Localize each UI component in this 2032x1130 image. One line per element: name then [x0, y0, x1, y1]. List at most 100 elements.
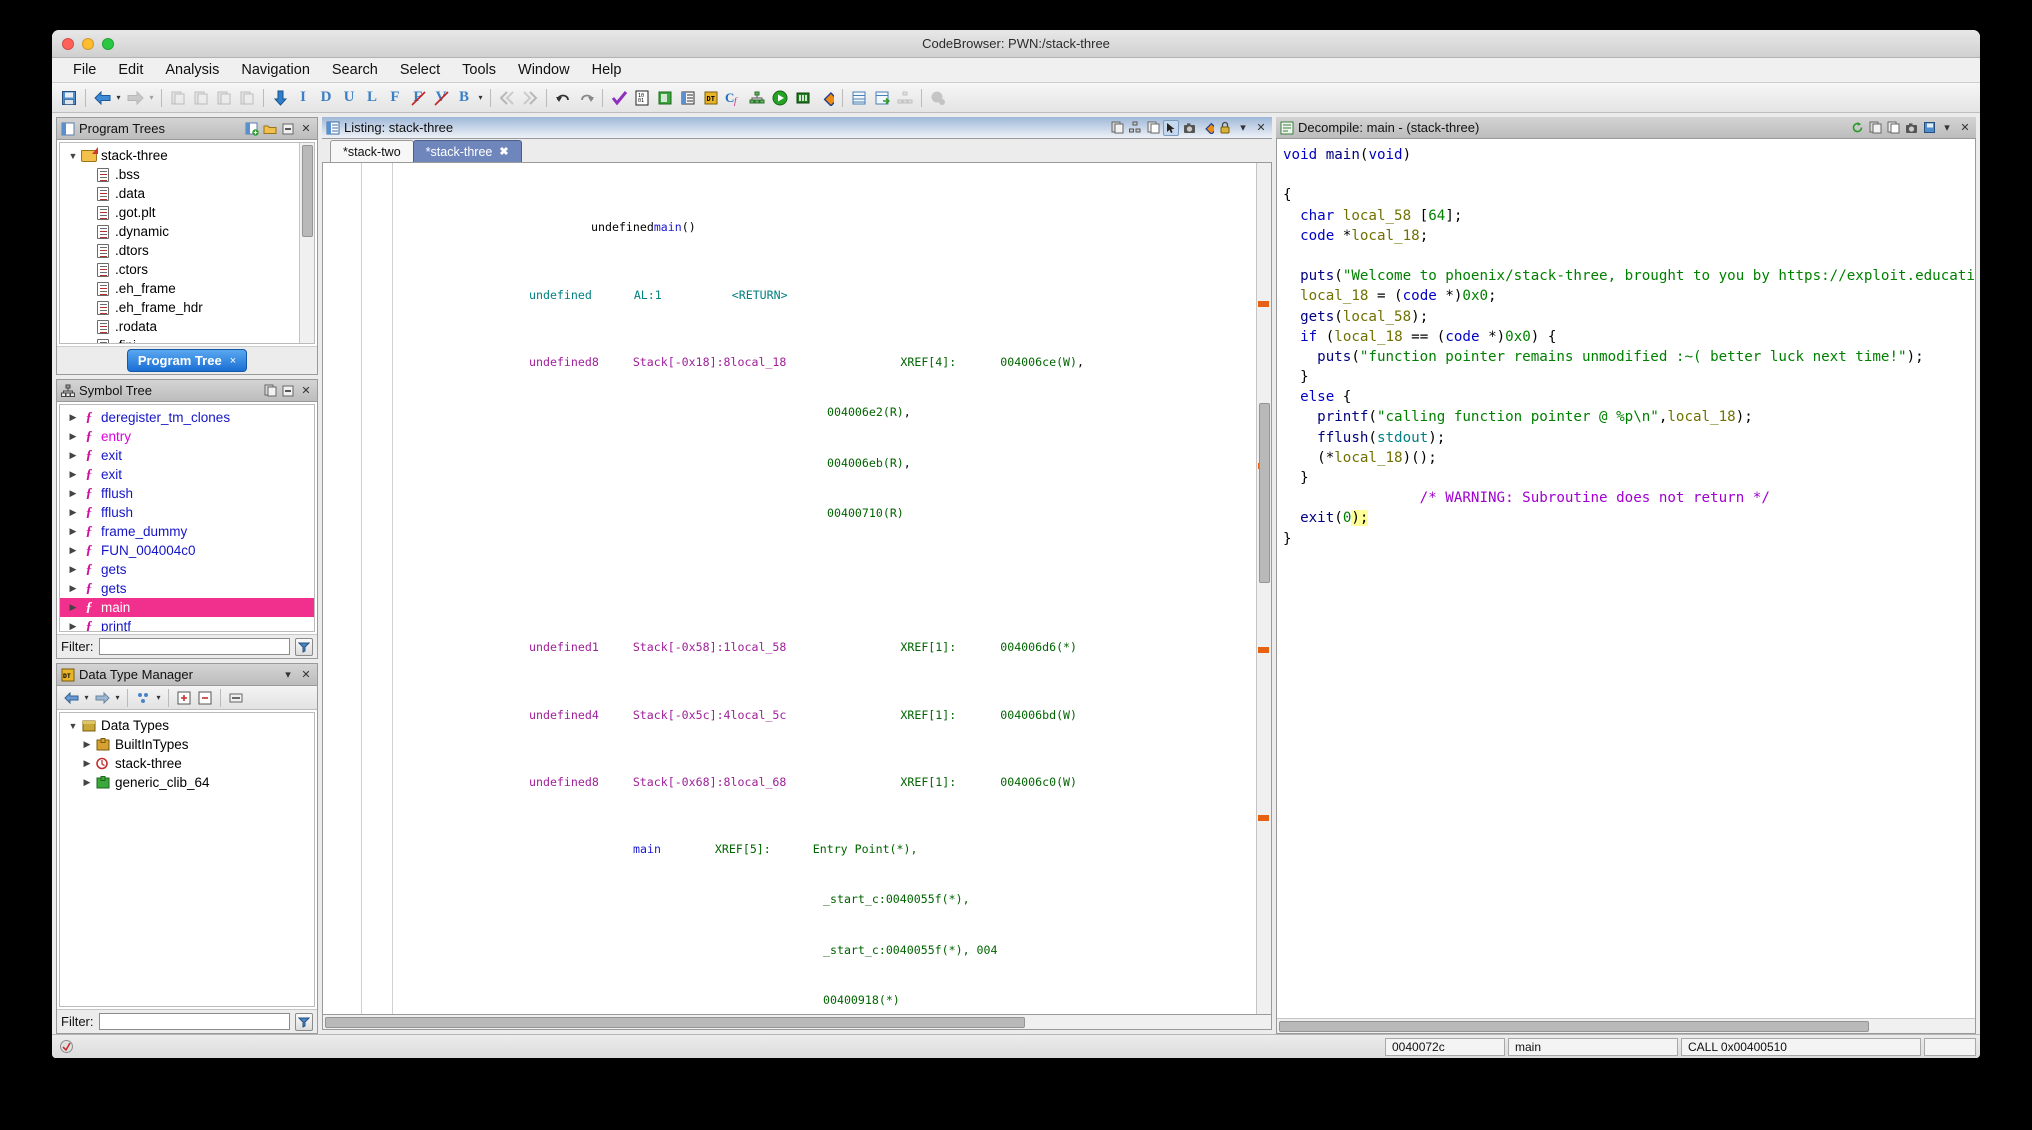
data-type-manager-filter-input[interactable]	[98, 1013, 290, 1030]
chevron-right-icon[interactable]: ▶	[66, 526, 80, 537]
forward-caret-icon[interactable]: ▾	[113, 693, 122, 702]
tree-node-ehframe[interactable]: .eh_frame	[60, 279, 314, 298]
xref-ref[interactable]: 00400710(R)	[393, 506, 904, 520]
program-trees-scrollbar[interactable]	[299, 143, 314, 343]
snapshot-icon[interactable]	[1867, 120, 1883, 136]
close-icon[interactable]: ✖	[499, 145, 508, 158]
filter-options-icon[interactable]	[295, 1012, 313, 1031]
snapshot-icon[interactable]	[1109, 120, 1125, 136]
symbol-row[interactable]: ▶ ƒ exit	[60, 465, 314, 484]
symbol-row[interactable]: ▶ ƒ gets	[60, 579, 314, 598]
filter-caret-icon[interactable]: ▾	[154, 693, 163, 702]
table-icon[interactable]	[848, 87, 870, 109]
collapse-icon[interactable]	[280, 383, 296, 399]
tree-node-dtors[interactable]: .dtors	[60, 241, 314, 260]
decompile-line[interactable]: {	[1283, 185, 1975, 205]
chevron-right-icon[interactable]: ▶	[66, 583, 80, 594]
decompile-line[interactable]: char local_58 [64];	[1283, 206, 1975, 226]
copy-icon[interactable]	[1885, 120, 1901, 136]
filter-icon[interactable]	[133, 688, 153, 708]
function-label[interactable]: main	[393, 842, 661, 856]
tree-node-ctors[interactable]: .ctors	[60, 260, 314, 279]
listing-marker[interactable]	[1258, 647, 1269, 653]
decompile-line[interactable]: }	[1283, 367, 1975, 387]
listing-marker[interactable]	[1258, 301, 1269, 307]
xref-ref[interactable]: 004006c0(W)	[956, 775, 1077, 789]
menu-caret-icon[interactable]: ▾	[1939, 120, 1955, 136]
status-indicator-icon[interactable]	[56, 1039, 76, 1054]
program-tree-tab[interactable]: Program Tree ×	[126, 349, 248, 372]
back-caret-icon[interactable]: ▾	[82, 693, 91, 702]
symbol-row[interactable]: ▶ ƒ gets	[60, 560, 314, 579]
symbol-tree-filter-input[interactable]	[98, 638, 290, 655]
symbol-row[interactable]: ▶ ƒ frame_dummy	[60, 522, 314, 541]
undo-icon[interactable]	[552, 87, 574, 109]
xref-entry[interactable]: 00400918(*)	[393, 993, 900, 1007]
tree-node-bss[interactable]: .bss	[60, 165, 314, 184]
snapshot-icon[interactable]	[213, 87, 235, 109]
tree-node-fini[interactable]: .fini	[60, 336, 314, 343]
next-diff-icon[interactable]	[519, 87, 541, 109]
dtm-node-builtintypes[interactable]: ▶ BuiltInTypes	[60, 735, 314, 754]
scrollbar-thumb[interactable]	[1279, 1021, 1869, 1032]
menu-edit[interactable]: Edit	[107, 60, 154, 80]
collapse-all-icon[interactable]	[195, 688, 215, 708]
menu-tools[interactable]: Tools	[451, 60, 507, 80]
select-all-icon[interactable]	[608, 87, 630, 109]
tree-node-ehframehdr[interactable]: .eh_frame_hdr	[60, 298, 314, 317]
menu-navigation[interactable]: Navigation	[230, 60, 321, 80]
decompile-line[interactable]: local_18 = (code *)0x0;	[1283, 286, 1975, 306]
symbol-row[interactable]: ▶ ƒ fflush	[60, 484, 314, 503]
dtm-root-row[interactable]: ▼ Data Types	[60, 716, 314, 735]
decompile-line[interactable]: }	[1283, 468, 1975, 488]
dropdown-caret-icon[interactable]: ▾	[280, 667, 296, 683]
bookmark-icon[interactable]: B	[453, 87, 475, 109]
program-trees-content[interactable]: ▼ stack-three .bss .data .got.plt .dynam…	[59, 142, 315, 344]
decompile-line[interactable]: if (local_18 == (code *)0x0) {	[1283, 327, 1975, 347]
expand-all-icon[interactable]	[174, 688, 194, 708]
camera-icon[interactable]	[1181, 120, 1197, 136]
function-graph-icon[interactable]: Cf	[723, 87, 745, 109]
variable-name[interactable]: local_58	[731, 640, 787, 654]
variable-name[interactable]: local_18	[731, 355, 787, 369]
function-signature-name[interactable]: main	[654, 220, 682, 234]
close-icon[interactable]: ✕	[1253, 120, 1269, 136]
decompile-line[interactable]: gets(local_58);	[1283, 307, 1975, 327]
symbol-row[interactable]: ▶ ƒ fflush	[60, 503, 314, 522]
xref-entry[interactable]: _start_c:0040055f(*),	[393, 892, 970, 906]
menu-select[interactable]: Select	[389, 60, 451, 80]
cursor-icon[interactable]	[1163, 119, 1179, 136]
lock-icon[interactable]	[1217, 120, 1233, 136]
add-tree-icon[interactable]	[244, 121, 260, 137]
variable-name[interactable]: local_68	[731, 775, 787, 789]
chevron-right-icon[interactable]: ▶	[66, 602, 80, 613]
function-icon[interactable]: F	[384, 87, 406, 109]
menu-window[interactable]: Window	[507, 60, 581, 80]
variable-name[interactable]: local_5c	[731, 708, 787, 722]
decompile-line[interactable]: /* WARNING: Subroutine does not return *…	[1283, 488, 1975, 508]
xref-ref[interactable]: 004006d6(*)	[956, 640, 1077, 654]
symbol-table-icon[interactable]	[677, 87, 699, 109]
dtm-node-stackthree[interactable]: ▶ stack-three	[60, 754, 314, 773]
listing-tab-stack-two[interactable]: *stack-two	[330, 140, 414, 162]
help-bubble-icon[interactable]	[927, 87, 949, 109]
forward-arrow-icon[interactable]	[124, 87, 146, 109]
decompile-line[interactable]: puts("Welcome to phoenix/stack-three, br…	[1283, 266, 1975, 286]
clear-flow-icon[interactable]: F	[407, 87, 429, 109]
decompile-line[interactable]: exit(0);	[1283, 508, 1975, 528]
decompile-line[interactable]: (*local_18)();	[1283, 448, 1975, 468]
chevron-right-icon[interactable]: ▶	[66, 564, 80, 575]
decompile-line[interactable]	[1283, 165, 1975, 185]
chevron-right-icon[interactable]: ▶	[66, 469, 80, 480]
decompile-horizontal-scrollbar[interactable]	[1277, 1018, 1975, 1033]
chevron-right-icon[interactable]: ▶	[66, 488, 80, 499]
scrollbar-thumb[interactable]	[325, 1017, 1025, 1028]
decompile-line[interactable]: void main(void)	[1283, 145, 1975, 165]
export-icon[interactable]	[1921, 120, 1937, 136]
refresh-icon[interactable]	[1849, 120, 1865, 136]
instruction-icon[interactable]: I	[292, 87, 314, 109]
collapse-icon[interactable]	[280, 121, 296, 137]
xref-entry[interactable]: Entry Point(*),	[771, 842, 918, 856]
chevron-right-icon[interactable]: ▶	[66, 412, 80, 423]
menu-caret-icon[interactable]: ▾	[1235, 120, 1251, 136]
